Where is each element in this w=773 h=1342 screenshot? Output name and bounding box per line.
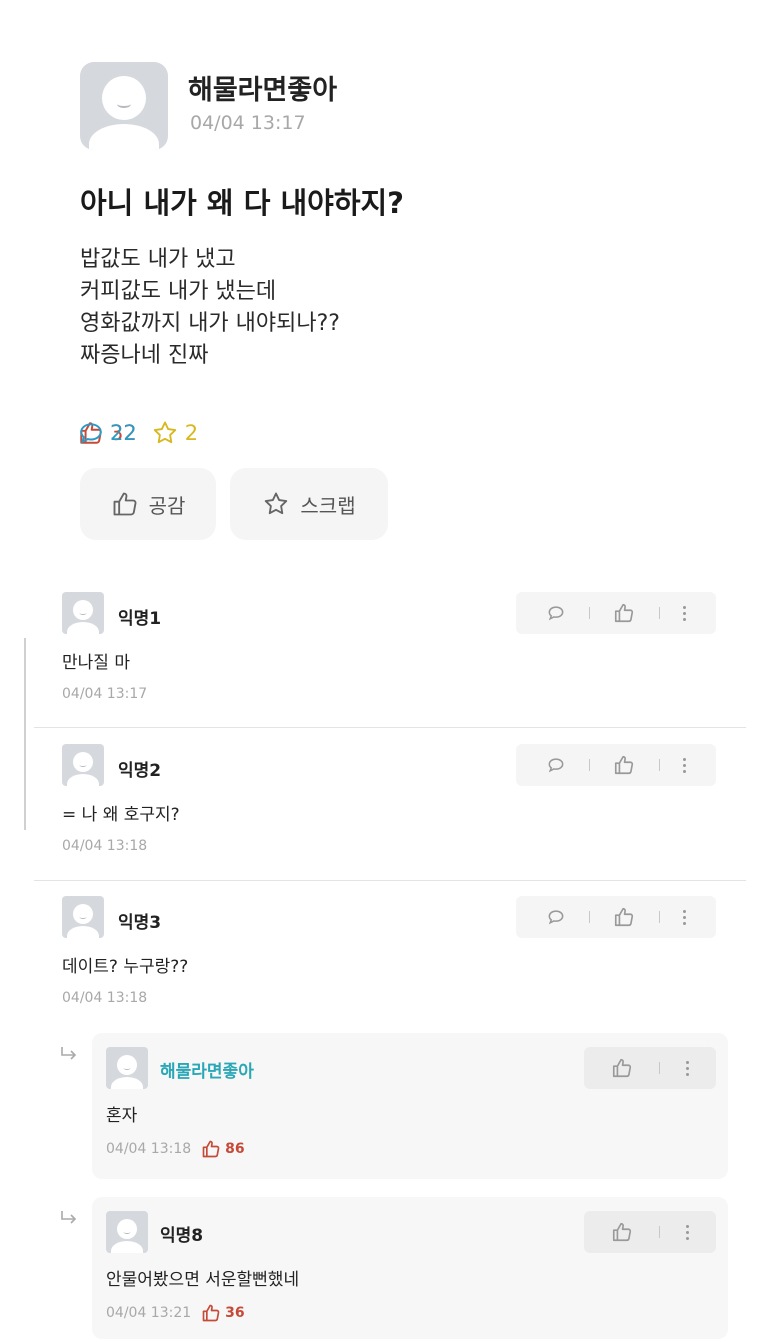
reply-arrow-icon	[61, 1047, 77, 1060]
comment-divider	[34, 727, 746, 728]
reply-arrow-icon	[61, 1211, 77, 1224]
post-time: 04/04 13:17	[190, 112, 306, 134]
separator	[658, 911, 660, 923]
reply-author[interactable]: 해물라면좋아	[160, 1057, 254, 1082]
reply-author[interactable]: 익명8	[160, 1221, 203, 1246]
post-body-line: 영화값까지 내가 내야되나??	[80, 311, 340, 336]
comment-text: 데이트? 누구랑??	[62, 957, 189, 977]
separator	[589, 759, 591, 771]
reply-like-count: 36	[201, 1303, 245, 1323]
scrap-button-label: 스크랩	[300, 493, 356, 518]
reply-avatar[interactable]	[106, 1211, 148, 1253]
comment-text: 만나질 마	[62, 653, 130, 673]
reply-like-count-value: 86	[225, 1141, 245, 1157]
separator	[659, 1226, 660, 1238]
post-body-line: 밥값도 내가 냈고	[80, 247, 236, 272]
comment-divider	[34, 880, 746, 881]
more-vertical-icon[interactable]	[686, 1224, 689, 1240]
thumbs-up-icon[interactable]	[613, 906, 635, 928]
reply-comment-icon[interactable]	[546, 755, 566, 775]
post-author[interactable]: 해물라면좋아	[188, 68, 337, 107]
reply-item: 익명8 안물어봤으면 서운할뻔했네 04/04 13:21 36	[92, 1197, 728, 1339]
reply-meta: 04/04 13:21 36	[106, 1303, 245, 1323]
comment-time: 04/04 13:17	[62, 686, 148, 702]
star-icon	[265, 492, 288, 515]
thumbs-up-icon	[202, 1140, 220, 1158]
thumbs-up-icon	[113, 492, 137, 516]
thumbs-up-icon[interactable]	[613, 754, 635, 776]
reply-time: 04/04 13:21	[106, 1305, 192, 1321]
thumbs-up-icon[interactable]	[611, 1057, 633, 1079]
post-body-line: 짜증나네 진짜	[80, 343, 209, 368]
comment-actions	[516, 592, 716, 634]
post-body: 밥값도 내가 냈고 커피값도 내가 냈는데 영화값까지 내가 내야되나?? 짜증…	[80, 244, 340, 372]
reply-item: 해물라면좋아 혼자 04/04 13:18 86	[92, 1033, 728, 1179]
comment-actions	[516, 744, 716, 786]
comment-time: 04/04 13:18	[62, 838, 148, 854]
comment-count-value: 22	[110, 421, 137, 445]
comment-avatar[interactable]	[62, 744, 104, 786]
comment-author[interactable]: 익명1	[118, 604, 161, 629]
separator	[589, 607, 591, 619]
comment-author[interactable]: 익명3	[118, 908, 161, 933]
post-avatar[interactable]	[80, 62, 168, 150]
reply-like-count: 86	[201, 1139, 245, 1159]
comment-actions	[516, 896, 716, 938]
reply-meta: 04/04 13:18 86	[106, 1139, 245, 1159]
reply-text: 안물어봤으면 서운할뻔했네	[106, 1270, 300, 1290]
more-vertical-icon[interactable]	[683, 605, 687, 621]
more-vertical-icon[interactable]	[683, 909, 687, 925]
comment-text: = 나 왜 호구지?	[62, 805, 180, 825]
reply-actions	[584, 1211, 716, 1253]
more-vertical-icon[interactable]	[683, 757, 687, 773]
thumbs-up-icon[interactable]	[613, 602, 635, 624]
comment-avatar[interactable]	[62, 896, 104, 938]
scrap-button[interactable]: 스크랩	[230, 468, 388, 540]
comment-time: 04/04 13:18	[62, 990, 148, 1006]
comment-author[interactable]: 익명2	[118, 756, 161, 781]
post-title: 아니 내가 왜 다 내야하지?	[80, 186, 405, 220]
separator	[658, 607, 660, 619]
separator	[658, 759, 660, 771]
post-stats: 32 22 2	[78, 418, 212, 448]
reply-actions	[584, 1047, 716, 1089]
more-vertical-icon[interactable]	[686, 1060, 689, 1076]
thumbs-up-icon[interactable]	[611, 1221, 633, 1243]
like-button-label: 공감	[148, 493, 186, 518]
reply-text: 혼자	[106, 1106, 138, 1126]
speech-bubble-icon	[80, 423, 102, 444]
reply-avatar[interactable]	[106, 1047, 148, 1089]
comment-avatar[interactable]	[62, 592, 104, 634]
reply-comment-icon[interactable]	[546, 907, 566, 927]
reply-time: 04/04 13:18	[106, 1141, 192, 1157]
reply-like-count-value: 36	[225, 1305, 245, 1321]
like-button[interactable]: 공감	[80, 468, 216, 540]
thumbs-up-icon	[202, 1304, 220, 1322]
reply-comment-icon[interactable]	[546, 603, 566, 623]
comment-count: 22	[78, 420, 773, 446]
thread-line	[24, 638, 26, 830]
separator	[659, 1062, 660, 1074]
separator	[589, 911, 591, 923]
post-body-line: 커피값도 내가 냈는데	[80, 279, 277, 304]
